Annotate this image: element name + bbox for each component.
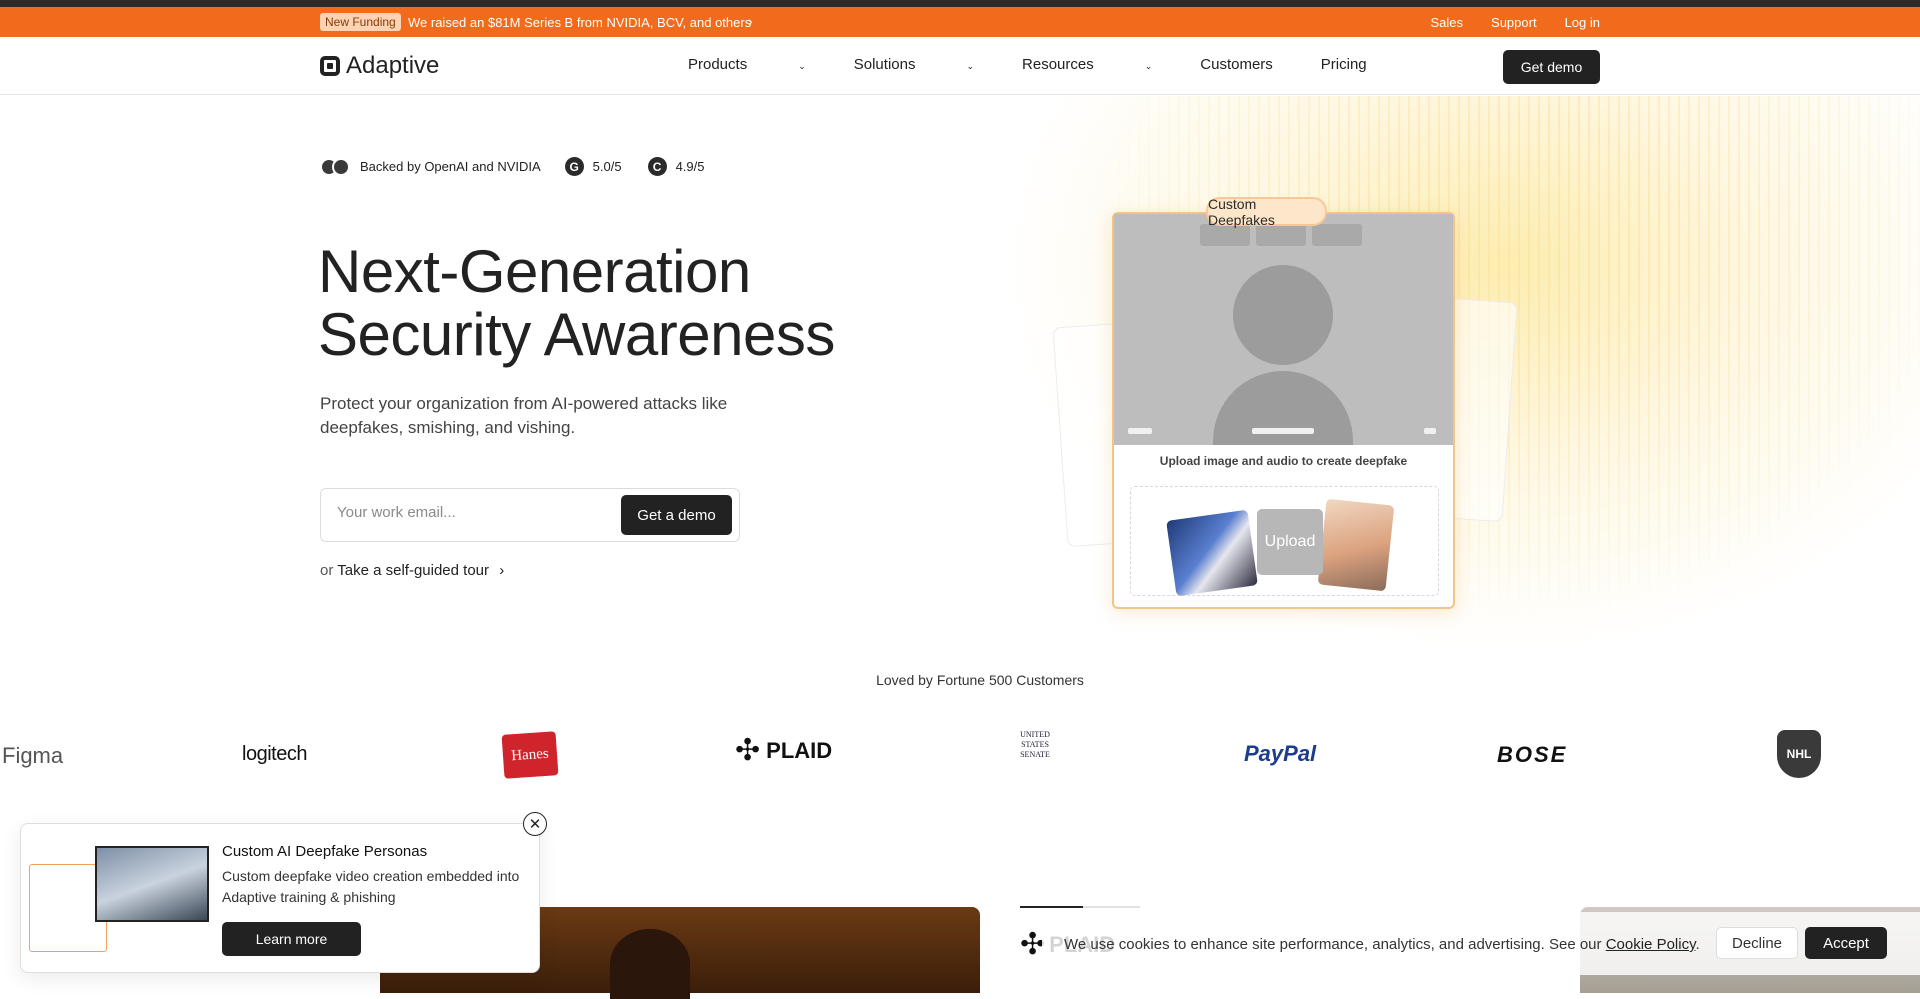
call-controls-icon	[1252, 428, 1314, 434]
plaid-icon: ✣	[735, 734, 761, 767]
nav-solutions-label: Solutions	[853, 56, 916, 73]
progress-active	[1020, 906, 1083, 908]
top-edge-bar	[0, 0, 1920, 7]
upload-button[interactable]: Upload	[1257, 509, 1323, 575]
popup-description: Custom deepfake video creation embedded …	[222, 868, 520, 905]
support-link[interactable]: Support	[1491, 15, 1537, 30]
custom-deepfakes-card: Upload image and audio to create deepfak…	[1112, 212, 1455, 609]
email-input[interactable]	[337, 504, 597, 521]
avatar-placeholder-icon	[1233, 265, 1333, 365]
login-link[interactable]: Log in	[1565, 15, 1600, 30]
tour-prefix: or	[320, 562, 334, 579]
g2-icon: G	[564, 157, 584, 176]
upload-dropzone[interactable]: Upload	[1130, 486, 1439, 597]
chevron-down-icon: ⌄	[966, 61, 975, 71]
nav-solutions[interactable]: Solutions ⌄	[854, 56, 974, 73]
sales-link[interactable]: Sales	[1431, 15, 1464, 30]
funding-message-link[interactable]: We raised an $81M Series B from NVIDIA, …	[408, 15, 751, 30]
hero-subtitle: Protect your organization from AI-powere…	[320, 394, 728, 437]
hero-title: Next-Generation Security Awareness	[318, 240, 835, 366]
logo-hanes: Hanes	[501, 731, 559, 779]
adaptive-logo-icon	[320, 56, 340, 76]
call-controls-icon	[1128, 428, 1152, 434]
cookie-message: We use cookies to enhance site performan…	[1064, 936, 1602, 953]
main-navigation: Adaptive Products ⌄ Solutions ⌄ Resources ⌄…	[0, 37, 1920, 95]
logo-logitech: logitech	[242, 743, 307, 765]
backed-by-text: Backed by OpenAI and NVIDIA	[360, 159, 541, 174]
decline-button[interactable]: Decline	[1716, 927, 1798, 959]
adaptive-logo[interactable]: Adaptive	[320, 52, 439, 80]
logo-paypal: PayPal	[1244, 741, 1317, 766]
self-guided-tour-link[interactable]: Take a self-guided tour	[337, 562, 489, 579]
nav-products[interactable]: Products ⌄	[688, 56, 806, 73]
cookie-policy-link[interactable]: Cookie Policy	[1606, 936, 1696, 953]
nav-pricing[interactable]: Pricing	[1321, 56, 1367, 73]
nav-customers[interactable]: Customers	[1200, 56, 1273, 73]
testimonial-progress	[1020, 906, 1140, 908]
logo-plaid: ✣ PLAID	[735, 736, 832, 766]
capterra-icon: C	[647, 157, 667, 176]
logo-figma: Figma	[2, 743, 64, 768]
utility-links: Sales Support Log in	[1431, 15, 1601, 30]
chevron-down-icon: ⌄	[798, 61, 806, 71]
announcement-banner: New Funding We raised an $81M Series B f…	[0, 7, 1920, 37]
upload-instruction: Upload image and audio to create deepfak…	[1159, 454, 1408, 468]
popup-thumbnail-video	[95, 846, 209, 922]
chevron-right-icon[interactable]: ›	[748, 13, 753, 29]
nav-resources-label: Resources	[1022, 56, 1094, 73]
close-icon[interactable]: ✕	[523, 812, 547, 836]
promo-popup: Custom AI Deepfake Personas Custom deepf…	[20, 823, 540, 973]
self-guided-tour: or Take a self-guided tour ›	[320, 562, 504, 579]
trust-bar: Backed by OpenAI and NVIDIA G 5.0/5 C 4.…	[320, 157, 705, 176]
rating-g2: 5.0/5	[592, 159, 622, 174]
person-silhouette	[610, 929, 690, 999]
sample-photo-left	[1166, 509, 1258, 597]
accept-button[interactable]: Accept	[1805, 927, 1887, 959]
plaid-wordmark: PLAID	[766, 738, 833, 763]
funding-badge: New Funding	[320, 13, 401, 31]
chevron-down-icon: ⌄	[1144, 61, 1153, 71]
learn-more-button[interactable]: Learn more	[222, 922, 361, 956]
hero-title-line1: Next-Generation	[318, 238, 751, 305]
rating-capterra: 4.9/5	[675, 159, 705, 174]
logo-us-senate: UNITED STATES SENATE	[1020, 730, 1050, 759]
custom-deepfakes-tag: Custom Deepfakes	[1206, 196, 1327, 228]
cookie-text: We use cookies to enhance site performan…	[1064, 936, 1700, 953]
video-call-preview	[1114, 214, 1453, 445]
cookie-banner: We use cookies to enhance site performan…	[1042, 912, 1920, 975]
logo-bose: BOSE	[1497, 742, 1568, 767]
call-controls-icon	[1424, 428, 1436, 434]
nav-resources[interactable]: Resources ⌄	[1022, 56, 1152, 73]
customers-heading: Loved by Fortune 500 Customers	[876, 672, 1084, 688]
logo-nhl: NHL	[1777, 730, 1821, 778]
email-form: Get a demo	[320, 488, 740, 542]
brand-name: Adaptive	[346, 52, 440, 79]
chevron-right-icon: ›	[499, 562, 505, 579]
get-a-demo-button[interactable]: Get a demo	[621, 495, 732, 535]
nav-menu: Products ⌄ Solutions ⌄ Resources ⌄ Customer…	[688, 56, 1415, 73]
investor-logos-icon	[320, 157, 350, 176]
popup-title: Custom AI Deepfake Personas	[222, 843, 428, 860]
nav-products-label: Products	[688, 56, 748, 73]
get-demo-button[interactable]: Get demo	[1503, 50, 1600, 84]
hero-title-line2: Security Awareness	[318, 301, 835, 368]
sample-photo-right	[1317, 498, 1395, 592]
